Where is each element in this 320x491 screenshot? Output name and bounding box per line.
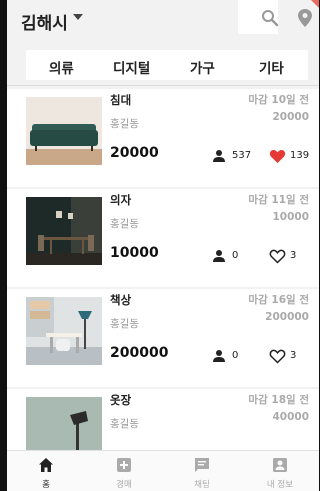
heart-filled-icon[interactable] (269, 148, 286, 164)
category-etc[interactable]: 기타 (259, 57, 284, 77)
nav-chat[interactable]: 채팅 (163, 451, 241, 491)
home-icon (39, 458, 53, 472)
nav-auction[interactable]: 경매 (85, 451, 163, 491)
participant-count: 0 (232, 250, 239, 261)
item-start-value: 40000 (272, 411, 309, 423)
nav-home-label: 홈 (42, 480, 50, 490)
item-title: 침대 (110, 93, 132, 107)
item-title: 책상 (110, 293, 132, 307)
item-deadline: 마감 10일 전 (248, 94, 309, 106)
category-furniture[interactable]: 가구 (190, 57, 215, 77)
person-icon (213, 150, 225, 162)
list-item[interactable]: 의자 홍길동 마감 11일 전 10000 10000 0 3 (7, 189, 319, 287)
like-count: 3 (290, 350, 297, 361)
like-count: 3 (290, 250, 297, 261)
item-image (26, 97, 102, 165)
item-price: 10000 (110, 245, 159, 261)
item-deadline: 마감 11일 전 (248, 194, 309, 206)
item-price: 200000 (110, 345, 169, 361)
item-price: 20000 (110, 145, 159, 161)
item-location: 홍길동 (110, 118, 139, 130)
nav-auction-label: 경매 (116, 480, 132, 490)
app-screen: 김해시 의류 디지털 가구 기타 침대 홍길동 마감 10일 전 20000 2… (7, 0, 319, 491)
item-start-value: 20000 (272, 111, 309, 123)
item-start-value: 10000 (272, 211, 309, 223)
location-pin-icon[interactable] (295, 8, 315, 28)
region-selector[interactable]: 김해시 (21, 9, 68, 34)
chat-icon (195, 458, 209, 472)
category-digital[interactable]: 디지털 (113, 57, 150, 77)
item-title: 옷장 (110, 393, 132, 407)
like-count: 139 (290, 150, 310, 161)
item-start-value: 200000 (265, 311, 309, 323)
add-box-icon (117, 458, 131, 472)
item-deadline: 마감 18일 전 (248, 394, 309, 406)
item-title: 의자 (110, 193, 132, 207)
item-location: 홍길동 (110, 418, 139, 430)
debug-banner (311, 0, 319, 8)
profile-icon (273, 458, 287, 472)
item-location: 홍길동 (110, 318, 139, 330)
search-icon[interactable] (260, 8, 280, 28)
item-image (26, 297, 102, 365)
item-image (26, 197, 102, 265)
heart-outline-icon[interactable] (269, 248, 286, 264)
participant-count: 0 (232, 350, 239, 361)
heart-outline-icon[interactable] (269, 348, 286, 364)
top-bar: 김해시 (7, 0, 319, 44)
nav-profile-label: 내 정보 (266, 480, 294, 490)
bottom-nav: 홈 경매 채팅 내 정보 (7, 450, 319, 491)
category-bar: 의류 디지털 가구 기타 (7, 46, 319, 86)
participant-count: 537 (232, 150, 252, 161)
list-item[interactable]: 책상 홍길동 마감 16일 전 200000 200000 0 3 (7, 289, 319, 387)
person-icon (213, 350, 225, 362)
chevron-down-icon[interactable] (73, 14, 83, 20)
list-item[interactable]: 침대 홍길동 마감 10일 전 20000 20000 537 139 (7, 89, 319, 187)
person-icon (213, 250, 225, 262)
nav-chat-label: 채팅 (194, 480, 210, 490)
item-location: 홍길동 (110, 218, 139, 230)
nav-home[interactable]: 홈 (7, 451, 85, 491)
item-deadline: 마감 16일 전 (248, 294, 309, 306)
category-clothing[interactable]: 의류 (49, 57, 74, 77)
nav-profile[interactable]: 내 정보 (241, 451, 319, 491)
